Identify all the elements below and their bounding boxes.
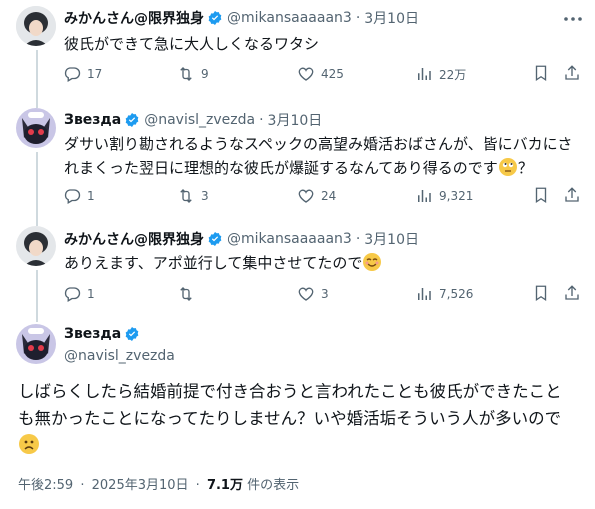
views-button[interactable]: 9,321: [415, 186, 473, 206]
action-bar: 17 9 425 22万: [63, 64, 581, 84]
separator: ·: [195, 478, 200, 493]
tweet-text-segment: れまくった翌日に理想的な彼氏が爆誕するなんてあり得るのです: [64, 159, 498, 177]
bookmark-icon[interactable]: [532, 64, 550, 82]
avatar[interactable]: [16, 324, 56, 364]
display-name[interactable]: みかんさん@限界独身: [64, 8, 204, 28]
tweet-text-line: れまくった翌日に理想的な彼氏が爆誕するなんてあり得るのです ？: [64, 156, 584, 180]
retweet-icon: [180, 67, 192, 81]
tweet-text-line: [18, 432, 588, 459]
reply-icon: [64, 67, 81, 82]
verified-badge-icon: [125, 113, 139, 127]
retweet-count: 9: [201, 67, 209, 81]
retweet-count: 3: [201, 189, 209, 203]
bookmark-icon[interactable]: [532, 186, 550, 204]
like-count: 425: [321, 67, 344, 81]
post-date[interactable]: 2025年3月10日: [92, 478, 189, 493]
view-count: 7,526: [439, 287, 474, 301]
view-count: 9,321: [439, 189, 474, 203]
tweet-header: みかんさん@限界独身 @mikansaaaaan3 · 3月10日: [64, 229, 419, 249]
views-icon: [418, 190, 431, 202]
reply-button[interactable]: 1: [63, 186, 95, 206]
verified-badge-icon: [208, 11, 222, 25]
like-icon: [298, 287, 314, 301]
like-count: 3: [321, 287, 329, 301]
views-icon: [418, 68, 431, 80]
action-bar: 1 3 7,526: [63, 284, 581, 304]
reply-button[interactable]: 1: [63, 284, 95, 304]
views-button[interactable]: 7,526: [415, 284, 473, 304]
tweet-meta: 午後2:59 · 2025年3月10日 · 7.1万 件の表示: [18, 474, 299, 493]
like-button[interactable]: 3: [297, 284, 329, 304]
tweet-header: Звезда @navisl_zvezda · 3月10日: [64, 110, 322, 130]
main-tweet-header: Звезда: [64, 326, 144, 342]
thread-line: [36, 270, 38, 322]
timestamp[interactable]: 3月10日: [364, 8, 419, 28]
display-name[interactable]: みかんさん@限界独身: [64, 229, 204, 249]
display-name[interactable]: Звезда: [64, 326, 121, 342]
tweet-text: 彼氏ができて急に大人しくなるワタシ: [64, 35, 320, 53]
retweet-icon: [180, 189, 192, 203]
handle[interactable]: @navisl_zvezda: [64, 348, 175, 364]
separator: ·: [259, 112, 264, 128]
avatar[interactable]: [16, 226, 56, 266]
tweet-text-segment: ありえます、アポ並行して集中させてたので: [64, 254, 363, 272]
verified-badge-icon: [208, 232, 222, 246]
handle[interactable]: @mikansaaaaan3: [227, 231, 352, 247]
like-count: 24: [321, 189, 337, 203]
retweet-button[interactable]: [177, 284, 201, 304]
retweet-icon: [180, 287, 192, 301]
avatar[interactable]: [16, 6, 56, 46]
retweet-button[interactable]: 9: [177, 64, 209, 84]
timestamp[interactable]: 3月10日: [268, 110, 323, 130]
smiling-emoji-icon: [363, 253, 382, 271]
bookmark-icon[interactable]: [532, 284, 550, 302]
thread-line: [36, 50, 38, 108]
main-tweet-text: しばらくしたら結婚前提で付き合おうと言われたことも彼氏ができたこと も無かったこ…: [18, 378, 588, 459]
thread-line: [36, 152, 38, 226]
reply-icon: [64, 287, 81, 302]
tweet-header: みかんさん@限界独身 @mikansaaaaan3 · 3月10日: [64, 8, 419, 28]
separator: ·: [80, 478, 85, 493]
share-icon[interactable]: [563, 64, 581, 82]
views-label: 件の表示: [247, 478, 300, 493]
reply-count: 1: [87, 189, 95, 203]
like-button[interactable]: 425: [297, 64, 344, 84]
display-name[interactable]: Звезда: [64, 112, 121, 128]
more-icon[interactable]: [562, 12, 584, 26]
views-button[interactable]: 22万: [415, 64, 466, 84]
reply-button[interactable]: 17: [63, 64, 102, 84]
like-button[interactable]: 24: [297, 186, 336, 206]
reply-count: 1: [87, 287, 95, 301]
views-count: 7.1万: [206, 478, 243, 493]
reply-count: 17: [87, 67, 103, 81]
timestamp[interactable]: 3月10日: [364, 229, 419, 249]
tweet-text: ありえます、アポ並行して集中させてたので: [64, 251, 382, 275]
verified-badge-icon: [125, 327, 139, 341]
tweet-text-line: ダサい割り勘されるようなスペックの高望み婚活おばさんが、皆にバカにさ: [64, 135, 573, 153]
frowning-emoji-icon: [19, 434, 39, 454]
tweet-text-line: しばらくしたら結婚前提で付き合おうと言われたことも彼氏ができたこと: [18, 382, 562, 401]
tweet-text-line: も無かったことになってたりしません？いや婚活垢そういう人が多いので: [18, 409, 562, 428]
handle[interactable]: @navisl_zvezda: [144, 112, 255, 128]
share-icon[interactable]: [563, 186, 581, 204]
share-icon[interactable]: [563, 284, 581, 302]
rolling-eyes-emoji-icon: [498, 158, 517, 176]
action-bar: 1 3 24 9,321: [63, 186, 581, 206]
retweet-button[interactable]: 3: [177, 186, 209, 206]
views-icon: [418, 288, 431, 300]
like-icon: [298, 67, 314, 81]
avatar[interactable]: [16, 108, 56, 148]
separator: ·: [355, 10, 361, 26]
separator: ·: [355, 231, 361, 247]
view-count: 22万: [439, 67, 467, 82]
reply-icon: [64, 189, 81, 204]
handle[interactable]: @mikansaaaaan3: [227, 10, 352, 26]
tweet-text: ダサい割り勘されるようなスペックの高望み婚活おばさんが、皆にバカにさ れまくった…: [64, 132, 584, 180]
like-icon: [298, 189, 314, 203]
tweet-text-segment: ？: [517, 159, 533, 177]
post-time[interactable]: 午後2:59: [18, 478, 73, 493]
